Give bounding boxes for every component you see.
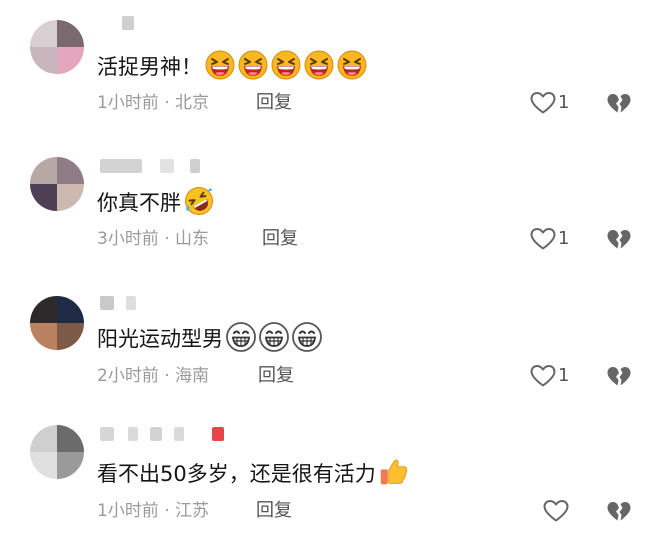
comment-text: 活捉男神！ xyxy=(97,50,367,81)
time-location: 1小时前 · 北京 xyxy=(97,93,210,113)
reply-button[interactable]: 回复 xyxy=(256,500,292,522)
broken-heart-icon[interactable] xyxy=(606,364,632,390)
beaming-face-icon xyxy=(259,322,289,352)
grinning-squinting-face-icon xyxy=(238,50,268,80)
heart-icon xyxy=(530,227,556,251)
comment-text: 看不出50多岁，还是很有活力 xyxy=(97,457,409,488)
like-button[interactable] xyxy=(543,498,573,524)
comment-text-content: 看不出50多岁，还是很有活力 xyxy=(97,462,376,486)
rolling-on-floor-laughing-icon xyxy=(184,186,214,216)
reply-button[interactable]: 回复 xyxy=(262,228,298,250)
like-count: 1 xyxy=(558,92,570,113)
beaming-face-icon xyxy=(226,322,256,352)
comment-text: 你真不胖 xyxy=(97,186,214,217)
grinning-squinting-face-icon xyxy=(205,50,235,80)
grinning-squinting-face-icon xyxy=(271,50,301,80)
avatar[interactable] xyxy=(30,425,84,479)
comment-text-content: 阳光运动型男 xyxy=(97,327,223,351)
like-button[interactable]: 1 xyxy=(530,90,574,116)
avatar[interactable] xyxy=(30,157,84,211)
username-blurred[interactable] xyxy=(100,296,220,310)
broken-heart-icon[interactable] xyxy=(606,227,632,253)
username-blurred[interactable] xyxy=(100,16,220,30)
comment-text-content: 活捉男神！ xyxy=(97,55,202,79)
grinning-squinting-face-icon xyxy=(337,50,367,80)
like-button[interactable]: 1 xyxy=(530,363,574,389)
reply-button[interactable]: 回复 xyxy=(256,92,292,114)
username-blurred[interactable] xyxy=(100,427,224,441)
thumbs-up-icon xyxy=(379,457,409,487)
heart-icon xyxy=(530,91,556,115)
broken-heart-icon[interactable] xyxy=(606,91,632,117)
avatar[interactable] xyxy=(30,296,84,350)
like-button[interactable]: 1 xyxy=(530,226,574,252)
heart-icon xyxy=(530,364,556,388)
username-blurred[interactable] xyxy=(100,159,220,173)
heart-icon xyxy=(543,499,569,523)
time-location: 1小时前 · 江苏 xyxy=(97,501,210,521)
comment-text: 阳光运动型男 xyxy=(97,322,322,353)
like-count: 1 xyxy=(558,365,570,386)
time-location: 3小时前 · 山东 xyxy=(97,229,210,249)
avatar[interactable] xyxy=(30,20,84,74)
comment-item: 阳光运动型男 2小时前 · 海南 回复 1 xyxy=(0,270,660,405)
comment-item: 看不出50多岁，还是很有活力 1小时前 · 江苏 回复 xyxy=(0,405,660,551)
comment-item: 活捉男神！ 1小时前 · 北京 回复 1 xyxy=(0,0,660,135)
comment-item: 你真不胖 3小时前 · 山东 回复 1 xyxy=(0,135,660,270)
comment-text-content: 你真不胖 xyxy=(97,191,181,215)
time-location: 2小时前 · 海南 xyxy=(97,366,210,386)
like-count: 1 xyxy=(558,228,570,249)
beaming-face-icon xyxy=(292,322,322,352)
broken-heart-icon[interactable] xyxy=(606,499,632,525)
grinning-squinting-face-icon xyxy=(304,50,334,80)
reply-button[interactable]: 回复 xyxy=(258,365,294,387)
